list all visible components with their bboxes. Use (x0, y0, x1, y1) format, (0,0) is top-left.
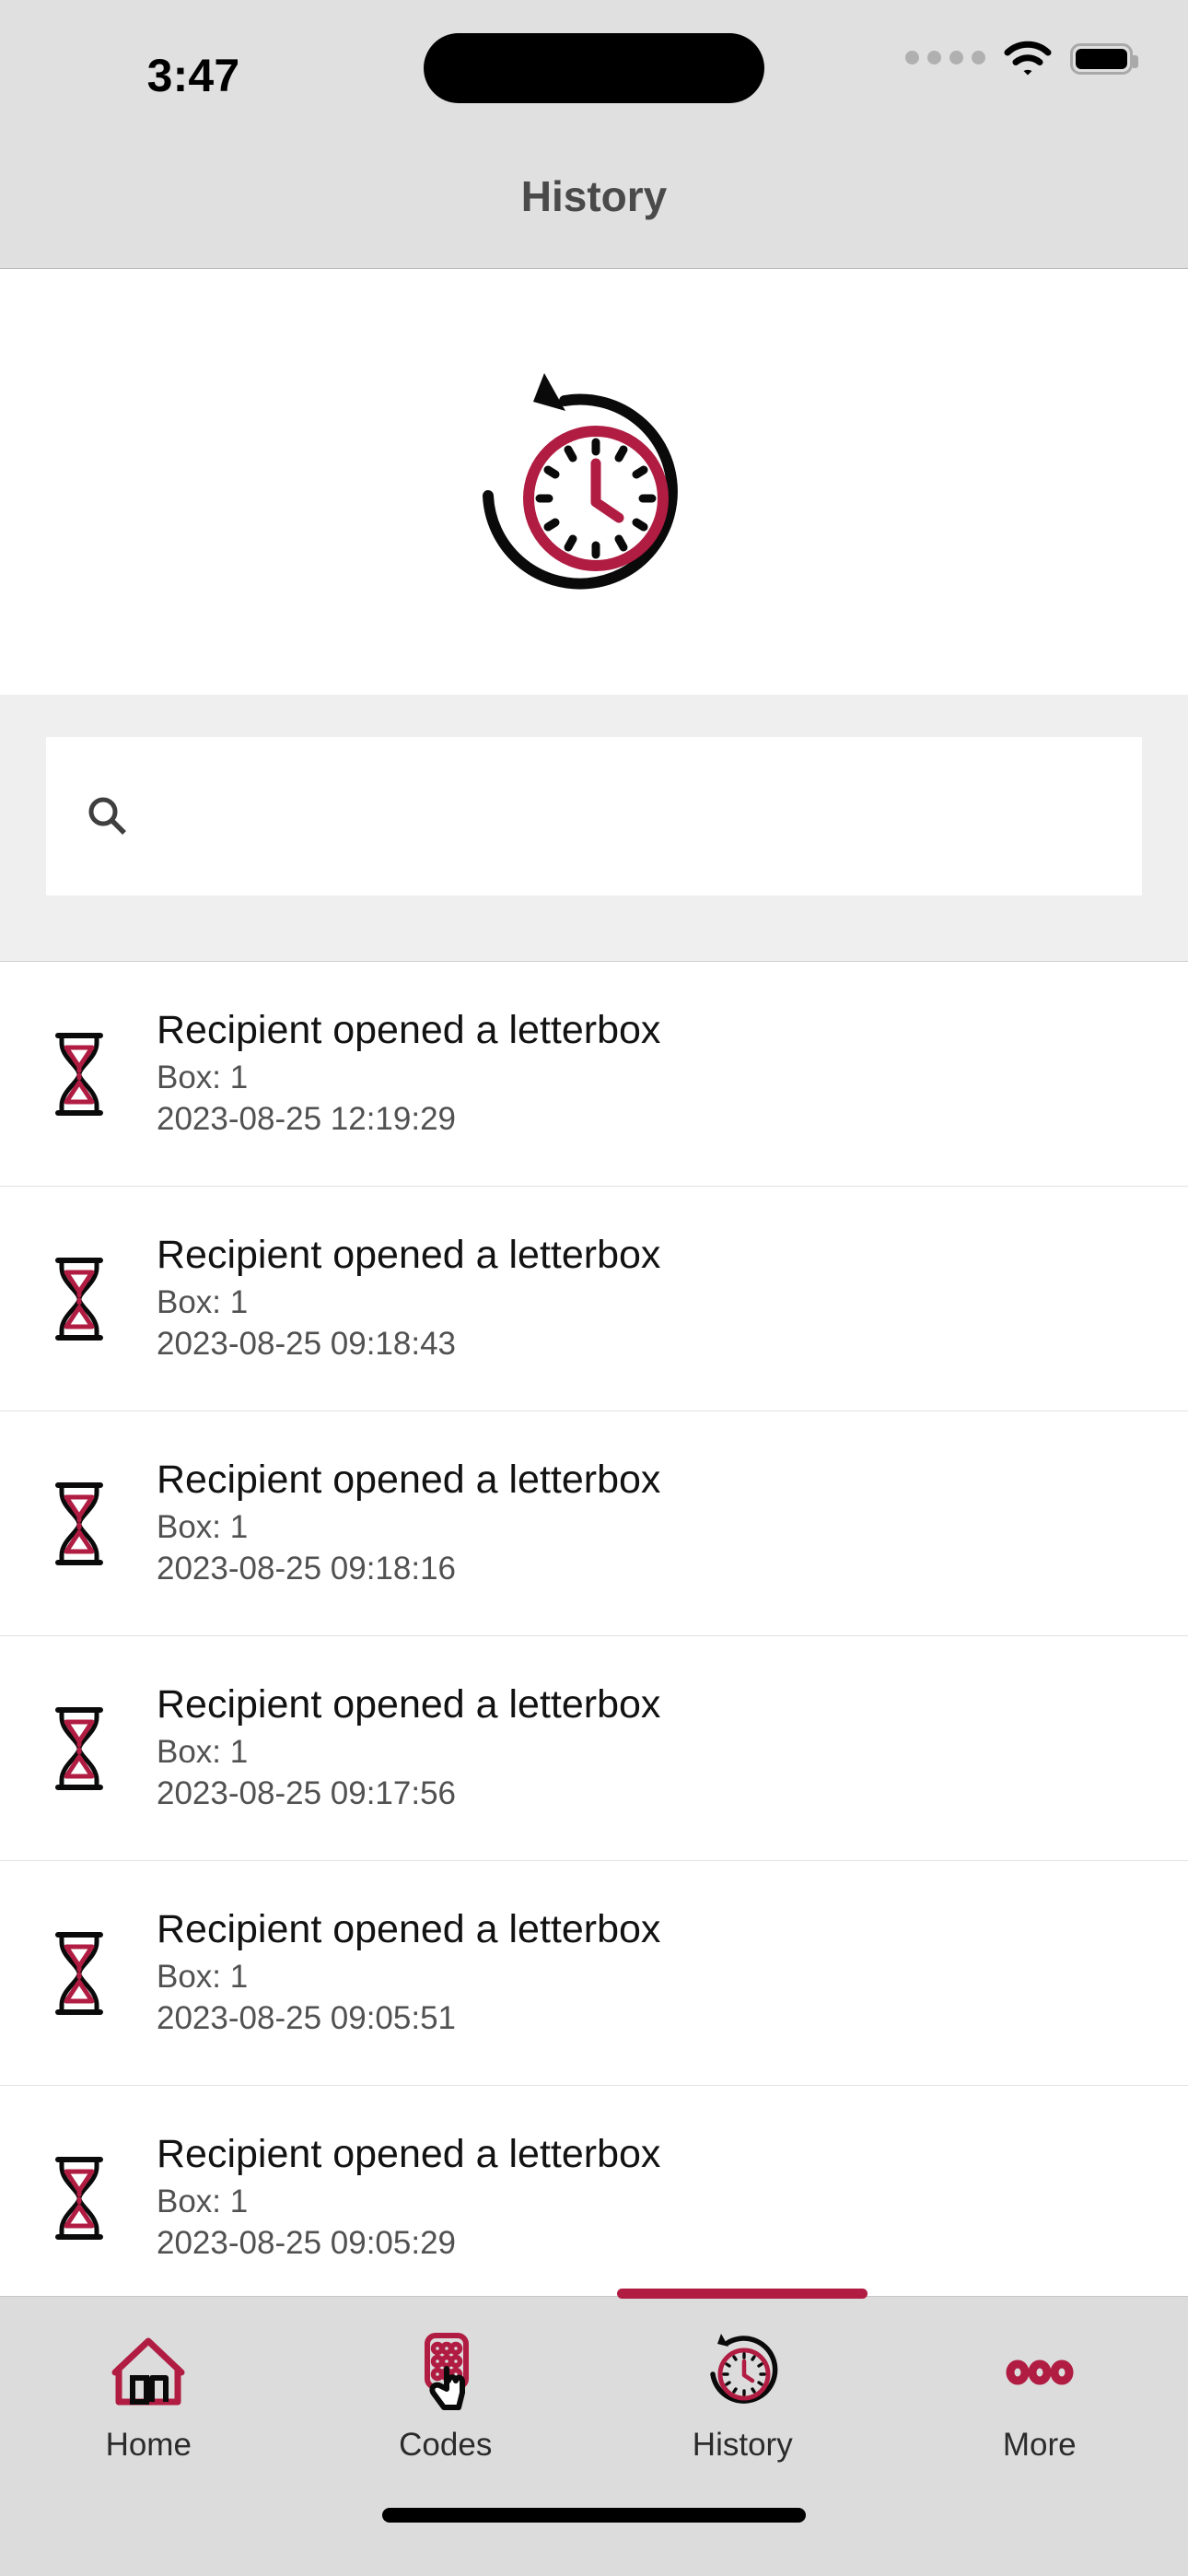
tab-codes[interactable]: Codes (297, 2297, 595, 2480)
wifi-icon (1004, 41, 1052, 77)
hourglass-icon (31, 1704, 127, 1793)
list-item[interactable]: Recipient opened a letterbox Box: 1 2023… (0, 2086, 1188, 2296)
list-item-box: Box: 1 (157, 1283, 249, 1320)
list-item-title: Recipient opened a letterbox (157, 2131, 661, 2176)
list-item-timestamp: 2023-08-25 09:18:43 (157, 1325, 456, 1362)
page-title: History (520, 172, 668, 220)
list-item-timestamp: 2023-08-25 09:17:56 (157, 1774, 456, 1811)
list-item-text: Recipient opened a letterbox Box: 1 2023… (127, 1682, 1151, 1815)
list-item[interactable]: Recipient opened a letterbox Box: 1 2023… (0, 1187, 1188, 1411)
tab-more-label: More (1002, 2426, 1077, 2463)
keypad-hand-icon (402, 2324, 490, 2421)
history-list: Recipient opened a letterbox Box: 1 2023… (0, 962, 1188, 2296)
tab-history[interactable]: History (594, 2289, 891, 2480)
home-indicator[interactable] (382, 2508, 806, 2523)
list-item-title: Recipient opened a letterbox (157, 1457, 661, 1502)
tab-home[interactable]: Home (0, 2297, 297, 2480)
battery-full-icon (1070, 43, 1138, 75)
hourglass-icon (31, 1480, 127, 1568)
ellipsis-icon (996, 2324, 1084, 2421)
active-tab-indicator (617, 2289, 868, 2299)
list-item-title: Recipient opened a letterbox (157, 1232, 661, 1277)
top-bar: 3:47 History (0, 0, 1188, 269)
list-item-timestamp: 2023-08-25 09:05:29 (157, 2224, 456, 2261)
search-band (0, 695, 1188, 962)
search-input[interactable] (155, 737, 1103, 896)
list-item-box: Box: 1 (157, 2183, 249, 2219)
status-indicators (905, 41, 1138, 77)
tab-more[interactable]: More (891, 2297, 1188, 2480)
hourglass-icon (31, 1030, 127, 1118)
history-clock-icon (698, 2324, 786, 2421)
list-item-text: Recipient opened a letterbox Box: 1 2023… (127, 1008, 1151, 1141)
hourglass-icon (31, 1255, 127, 1343)
list-item-title: Recipient opened a letterbox (157, 1681, 661, 1727)
search-bar[interactable] (46, 737, 1142, 896)
list-item-timestamp: 2023-08-25 09:05:51 (157, 1999, 456, 2036)
list-item-box: Box: 1 (157, 1508, 249, 1545)
list-item-text: Recipient opened a letterbox Box: 1 2023… (127, 2132, 1151, 2265)
list-item[interactable]: Recipient opened a letterbox Box: 1 2023… (0, 1861, 1188, 2086)
list-item-box: Box: 1 (157, 1733, 249, 1770)
list-item[interactable]: Recipient opened a letterbox Box: 1 2023… (0, 962, 1188, 1187)
list-item[interactable]: Recipient opened a letterbox Box: 1 2023… (0, 1636, 1188, 1861)
list-item-timestamp: 2023-08-25 09:18:16 (157, 1550, 456, 1587)
list-item-box: Box: 1 (157, 1059, 249, 1095)
list-item-text: Recipient opened a letterbox Box: 1 2023… (127, 1907, 1151, 2040)
phone-screen: 3:47 History Recipient opened a letterbo… (0, 0, 1188, 2576)
tab-codes-label: Codes (399, 2426, 493, 2463)
list-item[interactable]: Recipient opened a letterbox Box: 1 2023… (0, 1411, 1188, 1636)
status-bar: 3:47 (0, 0, 1188, 138)
hourglass-icon (31, 1929, 127, 2018)
search-icon (85, 793, 131, 839)
hero-banner (0, 269, 1188, 695)
bottom-tab-bar: Home Codes History More (0, 2289, 1188, 2480)
history-clock-icon (456, 344, 732, 620)
status-time: 3:47 (146, 50, 240, 101)
tab-home-label: Home (105, 2426, 192, 2463)
home-indicator-area (0, 2480, 1188, 2576)
list-item-title: Recipient opened a letterbox (157, 1007, 661, 1052)
cellular-dots-icon (905, 50, 985, 68)
list-item-timestamp: 2023-08-25 12:19:29 (157, 1100, 456, 1137)
list-item-text: Recipient opened a letterbox Box: 1 2023… (127, 1233, 1151, 1365)
tab-history-label: History (692, 2426, 793, 2463)
list-item-box: Box: 1 (157, 1958, 249, 1995)
list-item-title: Recipient opened a letterbox (157, 1906, 661, 1951)
hourglass-icon (31, 2154, 127, 2242)
home-icon (104, 2324, 192, 2421)
dynamic-island (424, 33, 764, 103)
list-item-text: Recipient opened a letterbox Box: 1 2023… (127, 1458, 1151, 1590)
